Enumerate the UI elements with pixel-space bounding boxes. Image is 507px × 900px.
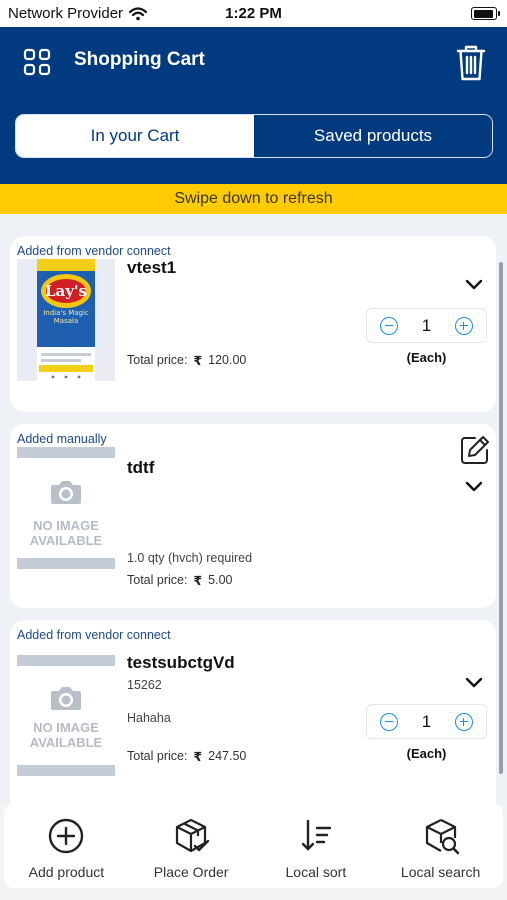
nav-label: Local sort bbox=[285, 864, 347, 880]
box-search-icon bbox=[425, 819, 459, 855]
total-price: Total price: ₹ 247.50 bbox=[127, 749, 246, 764]
no-image-placeholder: NO IMAGE AVAILABLE bbox=[17, 643, 115, 776]
battery-icon bbox=[471, 7, 500, 20]
nav-label: Local search bbox=[400, 864, 481, 880]
cart-item: Added manually NO IMAGE AVAILABLE tdtf 1… bbox=[10, 424, 496, 608]
place-order-button[interactable]: Place Order bbox=[129, 804, 254, 888]
product-name: vtest1 bbox=[127, 258, 177, 277]
quantity-stepper: 1 bbox=[366, 704, 487, 739]
local-sort-button[interactable]: Local sort bbox=[254, 804, 379, 888]
price-label: Total price: bbox=[127, 573, 188, 587]
grid-menu-icon[interactable] bbox=[22, 47, 52, 77]
status-bar: Network Provider 1:22 PM bbox=[0, 0, 507, 27]
product-name: testsubctgVd bbox=[127, 653, 235, 672]
item-source: Added from vendor connect bbox=[17, 244, 171, 258]
clock: 1:22 PM bbox=[225, 5, 282, 22]
scrollbar[interactable] bbox=[499, 262, 503, 774]
chevron-down-icon[interactable] bbox=[465, 677, 483, 689]
item-source: Added from vendor connect bbox=[17, 628, 171, 642]
edit-icon[interactable] bbox=[459, 434, 491, 466]
cart-tabs: In your Cart Saved products bbox=[15, 114, 493, 158]
nav-label: Place Order bbox=[153, 864, 229, 880]
product-name: tdtf bbox=[127, 458, 155, 477]
unit-label: (Each) bbox=[406, 350, 447, 365]
currency-symbol: ₹ bbox=[193, 750, 203, 764]
total-price: Total price: ₹ 5.00 bbox=[127, 573, 233, 588]
svg-text:Masala: Masala bbox=[54, 317, 79, 325]
price-value: 247.50 bbox=[208, 749, 247, 763]
product-code: 15262 bbox=[127, 678, 162, 692]
box-check-icon bbox=[176, 818, 210, 853]
no-image-text: NO IMAGE bbox=[33, 720, 99, 735]
price-label: Total price: bbox=[127, 749, 188, 763]
no-image-text: NO IMAGE bbox=[33, 518, 99, 533]
cart-item: Added from vendor connect Lay's India's … bbox=[10, 236, 496, 412]
app-header: Shopping Cart In your Cart Saved product… bbox=[0, 27, 507, 184]
currency-symbol: ₹ bbox=[193, 574, 203, 588]
nav-label: Add product bbox=[28, 864, 105, 880]
currency-symbol: ₹ bbox=[193, 354, 203, 368]
total-price: Total price: ₹ 120.00 bbox=[127, 353, 246, 368]
tab-in-your-cart[interactable]: In your Cart bbox=[16, 115, 254, 157]
add-circle-icon bbox=[49, 818, 84, 854]
no-image-text: AVAILABLE bbox=[29, 735, 103, 750]
refresh-banner: Swipe down to refresh bbox=[0, 184, 507, 214]
chevron-down-icon[interactable] bbox=[465, 481, 483, 493]
no-image-placeholder: NO IMAGE AVAILABLE bbox=[17, 447, 115, 569]
item-source: Added manually bbox=[17, 432, 107, 446]
cart-list[interactable]: Added from vendor connect Lay's India's … bbox=[0, 214, 507, 804]
price-label: Total price: bbox=[127, 353, 188, 367]
chevron-down-icon[interactable] bbox=[465, 279, 483, 291]
bottom-toolbar: Add product Place Order Local sort Local… bbox=[0, 804, 507, 900]
product-image[interactable]: Lay's India's Magic Masala bbox=[17, 259, 115, 381]
camera-icon bbox=[51, 481, 81, 504]
local-search-button[interactable]: Local search bbox=[378, 804, 503, 888]
svg-text:India's Magic: India's Magic bbox=[43, 309, 89, 317]
product-description: Hahaha bbox=[127, 711, 171, 725]
page-title: Shopping Cart bbox=[74, 49, 205, 70]
add-product-button[interactable]: Add product bbox=[4, 804, 129, 888]
trash-icon[interactable] bbox=[455, 43, 487, 83]
increase-quantity-button[interactable] bbox=[455, 317, 473, 335]
camera-icon bbox=[51, 687, 81, 710]
cart-item: Added from vendor connect NO IMAGE AVAIL… bbox=[10, 620, 496, 804]
unit-label: (Each) bbox=[406, 746, 447, 761]
svg-text:Lay's: Lay's bbox=[45, 282, 87, 300]
required-quantity: 1.0 qty (hvch) required bbox=[127, 551, 253, 565]
tab-saved-products[interactable]: Saved products bbox=[254, 115, 492, 157]
price-value: 120.00 bbox=[208, 353, 247, 367]
no-image-text: AVAILABLE bbox=[29, 533, 103, 548]
increase-quantity-button[interactable] bbox=[455, 713, 473, 731]
sort-icon bbox=[301, 819, 332, 851]
quantity-stepper: 1 bbox=[366, 308, 487, 343]
price-value: 5.00 bbox=[208, 573, 233, 587]
